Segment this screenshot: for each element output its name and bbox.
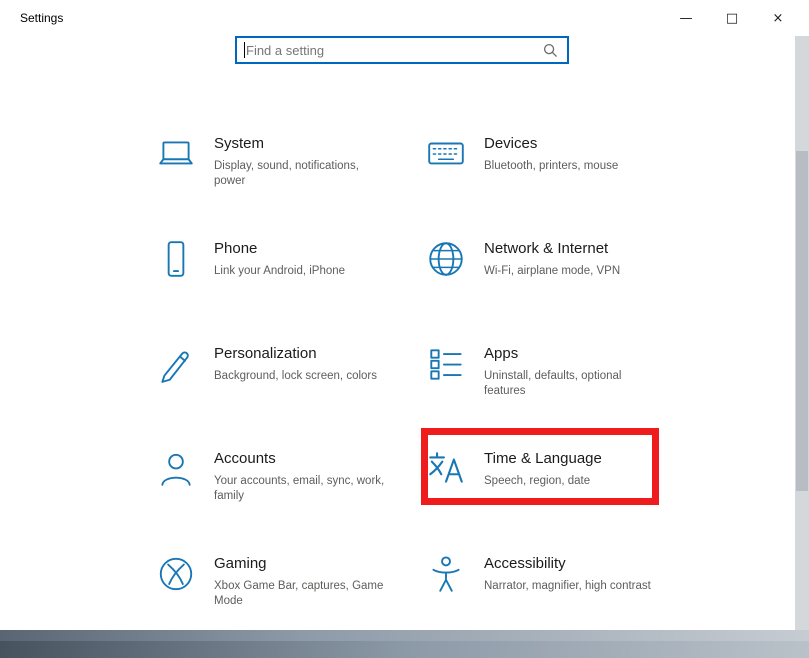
time-language-icon bbox=[425, 448, 467, 490]
category-desc: Xbox Game Bar, captures, Game Mode bbox=[214, 579, 392, 609]
category-gaming[interactable]: Gaming Xbox Game Bar, captures, Game Mod… bbox=[155, 553, 425, 658]
search-box[interactable] bbox=[235, 36, 569, 64]
category-apps[interactable]: Apps Uninstall, defaults, optional featu… bbox=[425, 343, 695, 448]
window-controls: — □ × bbox=[663, 0, 801, 36]
category-title: Accounts bbox=[214, 448, 392, 469]
category-desc: Link your Android, iPhone bbox=[214, 264, 392, 279]
maximize-button[interactable]: □ bbox=[709, 0, 755, 36]
category-title: System bbox=[214, 133, 392, 154]
category-devices[interactable]: Devices Bluetooth, printers, mouse bbox=[425, 133, 695, 238]
category-title: Personalization bbox=[214, 343, 392, 364]
search-input[interactable] bbox=[246, 38, 536, 62]
close-button[interactable]: × bbox=[755, 0, 801, 36]
scrollbar-thumb[interactable] bbox=[796, 151, 808, 491]
category-desc: Speech, region, date bbox=[484, 474, 662, 489]
category-accessibility[interactable]: Accessibility Narrator, magnifier, high … bbox=[425, 553, 695, 658]
scrollbar-track[interactable] bbox=[795, 36, 809, 630]
settings-window: Settings — □ × System Display, sound, no… bbox=[0, 0, 809, 630]
gaming-icon bbox=[155, 553, 197, 595]
category-title: Network & Internet bbox=[484, 238, 662, 259]
category-time-language[interactable]: Time & Language Speech, region, date bbox=[425, 448, 695, 553]
category-system[interactable]: System Display, sound, notifications, po… bbox=[155, 133, 425, 238]
category-title: Phone bbox=[214, 238, 392, 259]
category-title: Devices bbox=[484, 133, 662, 154]
category-desc: Your accounts, email, sync, work, family bbox=[214, 474, 392, 504]
minimize-button[interactable]: — bbox=[663, 0, 709, 36]
category-desc: Background, lock screen, colors bbox=[214, 369, 392, 384]
accessibility-icon bbox=[425, 553, 467, 595]
category-accounts[interactable]: Accounts Your accounts, email, sync, wor… bbox=[155, 448, 425, 553]
phone-icon bbox=[155, 238, 197, 280]
apps-icon bbox=[425, 343, 467, 385]
search-icon bbox=[543, 43, 558, 58]
category-title: Time & Language bbox=[484, 448, 662, 469]
category-title: Apps bbox=[484, 343, 662, 364]
window-title: Settings bbox=[20, 11, 63, 25]
category-grid: System Display, sound, notifications, po… bbox=[155, 133, 695, 658]
category-desc: Uninstall, defaults, optional features bbox=[484, 369, 662, 399]
category-desc: Narrator, magnifier, high contrast bbox=[484, 579, 662, 594]
category-desc: Wi-Fi, airplane mode, VPN bbox=[484, 264, 662, 279]
category-desc: Bluetooth, printers, mouse bbox=[484, 159, 662, 174]
personalization-icon bbox=[155, 343, 197, 385]
category-title: Accessibility bbox=[484, 553, 662, 574]
category-network[interactable]: Network & Internet Wi-Fi, airplane mode,… bbox=[425, 238, 695, 343]
text-caret bbox=[244, 42, 245, 58]
accounts-icon bbox=[155, 448, 197, 490]
devices-icon bbox=[425, 133, 467, 175]
category-phone[interactable]: Phone Link your Android, iPhone bbox=[155, 238, 425, 343]
category-title: Gaming bbox=[214, 553, 392, 574]
category-desc: Display, sound, notifications, power bbox=[214, 159, 392, 189]
titlebar[interactable]: Settings — □ × bbox=[0, 0, 809, 36]
system-icon bbox=[155, 133, 197, 175]
category-personalization[interactable]: Personalization Background, lock screen,… bbox=[155, 343, 425, 448]
network-icon bbox=[425, 238, 467, 280]
